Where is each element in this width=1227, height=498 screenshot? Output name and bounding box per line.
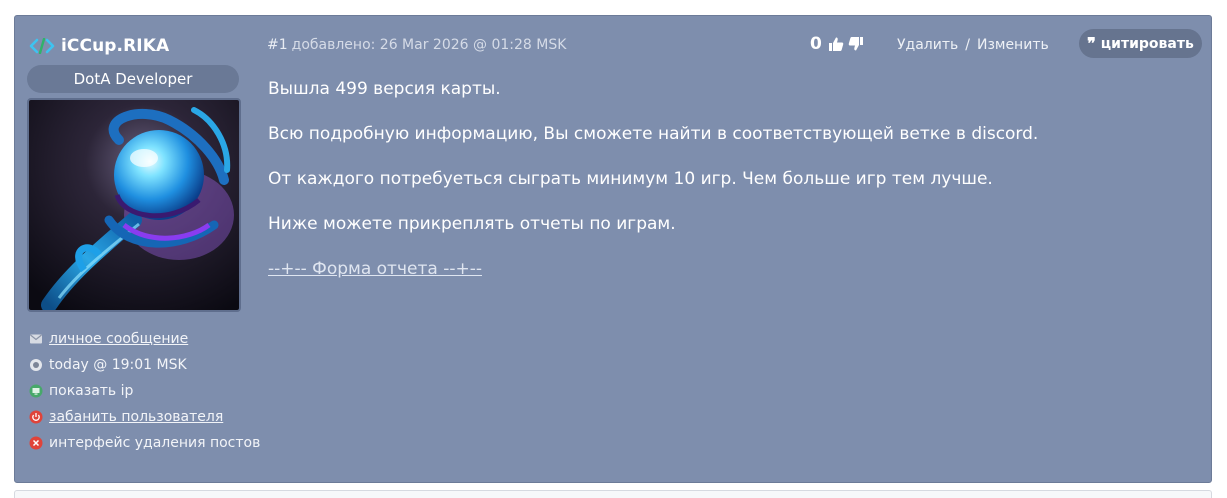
private-message-link[interactable]: личное сообщение (49, 331, 188, 347)
forum-post: iCCup.RIKA DotA Developer личное сообщен… (14, 15, 1212, 483)
username-row: iCCup.RIKA (29, 34, 169, 58)
show-ip-link[interactable]: показать ip (49, 383, 133, 399)
user-actions-list: личное сообщение today @ 19:01 MSK показ… (29, 326, 260, 456)
delete-posts-link[interactable]: интерфейс удаления постов (49, 435, 260, 451)
post-number[interactable]: #1 (267, 37, 288, 53)
quote-button[interactable]: ❞ цитировать (1079, 29, 1202, 58)
ban-user-row: забанить пользователя (29, 404, 260, 430)
post-paragraph: Ниже можете прикреплять отчеты по играм. (268, 214, 676, 234)
clock-icon (30, 359, 42, 371)
username[interactable]: iCCup.RIKA (61, 36, 169, 56)
quote-icon: ❞ (1087, 33, 1096, 53)
show-ip-row: показать ip (29, 378, 260, 404)
report-form-link[interactable]: --+-- Форма отчета --+-- (268, 259, 482, 279)
thumbs-up-icon[interactable] (828, 36, 844, 52)
thumbs-down-icon[interactable] (848, 36, 864, 52)
post-date: добавлено: 26 Mar 2026 @ 01:28 MSK (291, 37, 567, 53)
vote-box: 0 (810, 31, 864, 57)
vote-count: 0 (810, 34, 822, 54)
monitor-icon (29, 384, 43, 398)
last-seen-text: today @ 19:01 MSK (49, 357, 187, 373)
power-icon (29, 410, 43, 424)
edit-post-link[interactable]: Изменить (977, 37, 1049, 53)
private-message-row: личное сообщение (29, 326, 260, 352)
post-actions: Удалить / Изменить (897, 35, 1049, 55)
actions-separator: / (965, 37, 970, 53)
envelope-icon (30, 334, 42, 344)
delete-posts-row: интерфейс удаления постов (29, 430, 260, 456)
post-paragraph: Вышла 499 версия карты. (268, 79, 501, 99)
delete-post-link[interactable]: Удалить (897, 37, 958, 53)
post-content: Вышла 499 версия карты. Всю подробную ин… (268, 78, 1188, 303)
report-form-paragraph: --+-- Форма отчета --+-- (268, 258, 1188, 280)
post-paragraph: От каждого потребуеться сыграть минимум … (268, 169, 993, 189)
next-post-edge (14, 490, 1212, 498)
staff-orb-image (29, 100, 239, 310)
code-brackets-icon (29, 38, 55, 54)
post-paragraph: Всю подробную информацию, Вы сможете най… (268, 124, 1039, 144)
avatar[interactable] (27, 98, 241, 312)
user-column: iCCup.RIKA DotA Developer личное сообщен… (15, 16, 260, 482)
quote-button-label: цитировать (1100, 35, 1194, 52)
delete-circle-icon (29, 436, 43, 450)
last-seen-row: today @ 19:01 MSK (29, 352, 260, 378)
ban-user-link[interactable]: забанить пользователя (49, 409, 223, 425)
role-badge: DotA Developer (27, 65, 239, 93)
post-meta: #1 добавлено: 26 Mar 2026 @ 01:28 MSK (267, 35, 566, 55)
